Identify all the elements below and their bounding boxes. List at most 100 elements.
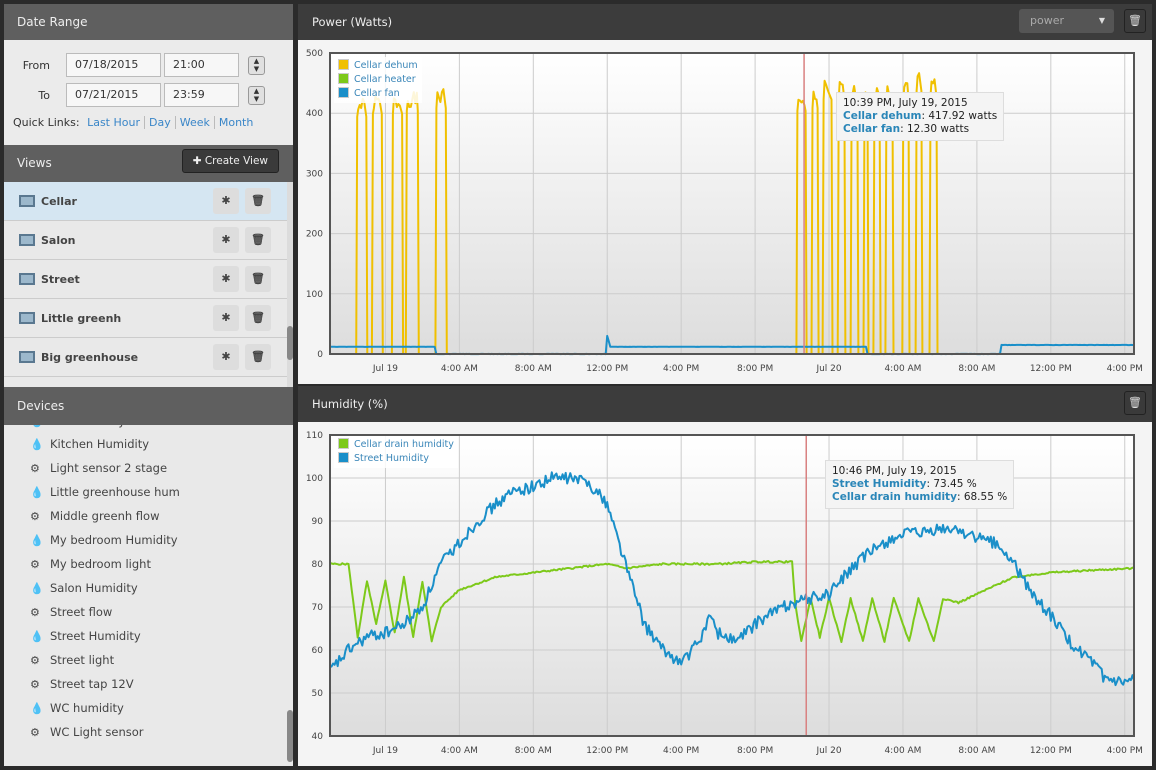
y-tick-label: 50 — [312, 689, 324, 699]
gear-icon: ⚙ — [30, 678, 40, 691]
legend-item[interactable]: Cellar drain humidity — [338, 438, 454, 452]
device-item[interactable]: 💧 WC humidity — [30, 696, 293, 720]
sidebar: Date Range From 07/18/2015 21:00 ▲ ▼ To 0… — [4, 4, 293, 766]
gear-icon: ⚙ — [30, 510, 40, 523]
views-title: Views — [17, 156, 52, 170]
device-item[interactable]: 💧 My bedroom Humidity — [30, 528, 293, 552]
settings-button[interactable]: ✱ — [213, 188, 239, 214]
power-panel-header: Power (Watts) power ▼ 🗑 — [298, 4, 1152, 40]
monitor-icon — [19, 312, 35, 324]
delete-view-button[interactable]: 🗑 — [245, 227, 271, 253]
tooltip-series: Cellar drain humidity — [832, 491, 957, 503]
device-item[interactable]: ⚙ Light sensor 2 stage — [30, 456, 293, 480]
devices-scrollbar[interactable] — [287, 710, 293, 762]
x-tick-label: 4:00 PM — [1107, 746, 1143, 756]
tooltip-series: Street Humidity — [832, 478, 927, 490]
x-tick-label: 12:00 PM — [1030, 746, 1072, 756]
x-tick-label: 4:00 AM — [441, 364, 478, 374]
quick-link-week[interactable]: Week — [175, 116, 215, 129]
to-time-input[interactable]: 23:59 — [164, 83, 239, 107]
device-item[interactable]: 💧 Salon Humidity — [30, 576, 293, 600]
y-tick-label: 40 — [312, 732, 324, 742]
view-item[interactable]: Salon ✱ 🗑 — [4, 221, 287, 260]
legend-label: Cellar drain humidity — [354, 439, 454, 450]
to-time-stepper[interactable]: ▲ ▼ — [248, 85, 265, 105]
y-tick-label: 70 — [312, 603, 324, 613]
from-time-input[interactable]: 21:00 — [164, 53, 239, 77]
device-label: WC Light sensor — [50, 725, 144, 739]
device-item[interactable]: 💧 Kitchen Humidity — [30, 432, 293, 456]
y-tick-label: 500 — [306, 49, 323, 59]
settings-button[interactable]: ✱ — [213, 227, 239, 253]
from-label: From — [22, 58, 50, 72]
view-item[interactable]: Street ✱ 🗑 — [4, 260, 287, 299]
device-item[interactable]: 💧 Street Humidity — [30, 624, 293, 648]
from-time-stepper[interactable]: ▲ ▼ — [248, 55, 265, 75]
device-item[interactable]: ⚙ Street tap 12V — [30, 672, 293, 696]
device-item[interactable]: ⚙ Street flow — [30, 600, 293, 624]
settings-button[interactable]: ✱ — [213, 305, 239, 331]
view-label: Salon — [41, 233, 76, 247]
delete-view-button[interactable]: 🗑 — [245, 344, 271, 370]
view-item[interactable]: Cellar ✱ 🗑 — [4, 182, 287, 221]
monitor-icon — [19, 234, 35, 246]
y-tick-label: 90 — [312, 517, 324, 527]
device-item[interactable]: ⚙ My bedroom light — [30, 552, 293, 576]
view-item[interactable]: Big greenhouse ✱ 🗑 — [4, 338, 287, 377]
quick-link-month[interactable]: Month — [215, 116, 257, 129]
tooltip-series: Cellar dehum — [843, 110, 922, 122]
delete-chart-button[interactable]: 🗑 — [1124, 391, 1146, 415]
delete-chart-button[interactable]: 🗑 — [1124, 9, 1146, 33]
tooltip-time: 10:46 PM, July 19, 2015 — [832, 465, 957, 477]
legend-item[interactable]: Cellar fan — [338, 87, 418, 101]
x-tick-label: 8:00 PM — [737, 746, 773, 756]
to-date-input[interactable]: 07/21/2015 — [66, 83, 161, 107]
to-label: To — [38, 88, 50, 102]
series-select[interactable]: power ▼ — [1019, 9, 1114, 33]
power-title: Power (Watts) — [312, 15, 393, 29]
power-chart[interactable]: 0 100 200 300 400 500 Jul 19 4:00 AM 8:00 AM 12:0… — [298, 40, 1152, 384]
trash-icon: 🗑 — [1128, 14, 1142, 27]
drop-icon: 💧 — [30, 486, 44, 499]
legend-item[interactable]: Cellar dehum — [338, 59, 418, 73]
humidity-chart[interactable]: 40 50 60 70 80 90 100 110 Jul 19 4:00 AM 8:00 AM 12… — [298, 422, 1152, 766]
from-date-input[interactable]: 07/18/2015 — [66, 53, 161, 77]
tooltip-value: : 68.55 % — [956, 491, 1008, 503]
device-label: Street flow — [50, 605, 113, 619]
device-item[interactable]: ⚙ Middle greenh flow — [30, 504, 293, 528]
views-header: Views ✚ Create View — [4, 145, 293, 182]
x-tick-label: 4:00 PM — [663, 364, 699, 374]
delete-view-button[interactable]: 🗑 — [245, 266, 271, 292]
device-label: Kitchen Humidity — [50, 437, 150, 451]
quick-link-day[interactable]: Day — [144, 116, 176, 129]
x-tick-label: 4:00 PM — [663, 746, 699, 756]
device-label: Little greenhouse hum — [50, 485, 180, 499]
monitor-icon — [19, 195, 35, 207]
y-tick-label: 300 — [306, 169, 323, 179]
legend-item[interactable]: Street Humidity — [338, 452, 454, 466]
x-tick-label: Jul 19 — [372, 364, 398, 374]
plot-area — [330, 53, 1134, 354]
view-item[interactable]: Little greenh ✱ 🗑 — [4, 299, 287, 338]
legend-item[interactable]: Cellar heater — [338, 73, 418, 87]
drop-icon: 💧 — [30, 438, 44, 451]
device-item[interactable]: ⚙ WC Light sensor — [30, 720, 293, 744]
device-label: WC humidity — [50, 701, 124, 715]
x-tick-label: 12:00 PM — [586, 364, 628, 374]
device-label: My bedroom Humidity — [50, 533, 178, 547]
device-label: My bedroom light — [50, 557, 151, 571]
legend-label: Cellar dehum — [354, 60, 418, 71]
drop-icon: 💧 — [30, 582, 44, 595]
devices-list: 💧WC Humidity 💧Kitchen Humidity⚙Light sen… — [4, 412, 293, 744]
settings-button[interactable]: ✱ — [213, 344, 239, 370]
create-view-button[interactable]: ✚ Create View — [181, 149, 279, 173]
settings-button[interactable]: ✱ — [213, 266, 239, 292]
delete-view-button[interactable]: 🗑 — [245, 188, 271, 214]
humidity-panel-header: Humidity (%) 🗑 — [298, 386, 1152, 422]
device-item[interactable]: ⚙ Street light — [30, 648, 293, 672]
device-item[interactable]: 💧 Little greenhouse hum — [30, 480, 293, 504]
views-scrollbar[interactable] — [287, 326, 293, 360]
quick-link-last-hour[interactable]: Last Hour — [83, 116, 145, 129]
x-tick-label: 12:00 PM — [586, 746, 628, 756]
delete-view-button[interactable]: 🗑 — [245, 305, 271, 331]
